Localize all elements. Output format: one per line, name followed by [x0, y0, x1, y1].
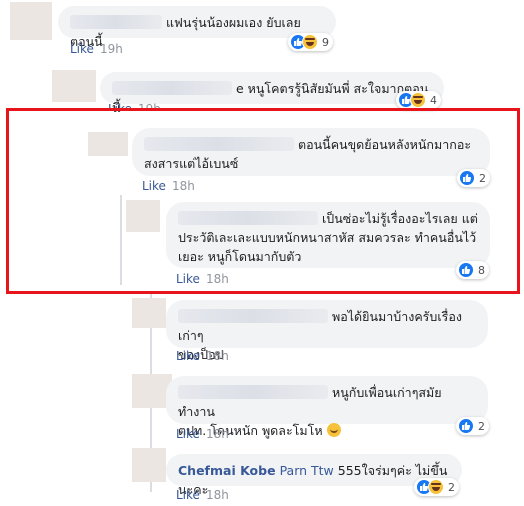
highlight-box — [6, 108, 520, 294]
timestamp[interactable]: 18h — [206, 349, 229, 363]
timestamp[interactable]: 19h — [100, 42, 123, 56]
blurred-author-name — [70, 15, 162, 29]
reaction-summary[interactable]: 2 — [414, 478, 459, 496]
like-link[interactable]: Like — [176, 427, 200, 441]
comment-actions: Like 18h — [176, 488, 229, 502]
avatar[interactable] — [132, 298, 166, 328]
timestamp[interactable]: 18h — [206, 488, 229, 502]
timestamp[interactable]: 18h — [206, 427, 229, 441]
haha-icon — [410, 92, 426, 108]
avatar[interactable] — [52, 70, 96, 102]
avatar[interactable] — [132, 448, 166, 482]
like-link[interactable]: Like — [70, 42, 94, 56]
comment-actions: Like 18h — [176, 349, 229, 363]
like-link[interactable]: Like — [176, 488, 200, 502]
comment-actions: Like 18h — [176, 427, 229, 441]
comment-bubble: หนูกับเพื่อนเก่าๆสมัยทำงาน ตปท. โดนหนัก … — [166, 376, 488, 438]
blurred-author-name — [112, 81, 232, 95]
blurred-author-name — [178, 385, 328, 399]
like-link[interactable]: Like — [176, 349, 200, 363]
haha-icon — [428, 479, 444, 495]
like-icon — [458, 418, 474, 434]
reaction-count: 9 — [322, 35, 329, 49]
haha-icon — [302, 34, 318, 50]
comment-bubble: พอได้ยินมาบ้างครับเรื่องเก่าๆ ของป็อป — [166, 300, 488, 362]
reaction-summary[interactable]: 2 — [456, 417, 489, 435]
mention-link[interactable]: Parn Ttw — [280, 463, 334, 478]
avatar[interactable] — [10, 2, 52, 40]
reaction-summary[interactable]: 9 — [288, 33, 333, 51]
comment-bubble: e หนูโคตรรู้นิสัยมันพี่ สะใจมากตอนนี้ — [100, 72, 444, 115]
reaction-count: 2 — [478, 419, 485, 433]
reaction-count: 2 — [448, 480, 455, 494]
reaction-count: 4 — [430, 93, 437, 107]
blurred-author-name — [178, 309, 328, 323]
comment-actions: Like 19h — [70, 42, 123, 56]
reaction-summary[interactable]: 4 — [396, 91, 441, 109]
grinning-emoji-icon — [326, 423, 341, 437]
comment-author[interactable]: Chefmai Kobe — [178, 463, 276, 478]
